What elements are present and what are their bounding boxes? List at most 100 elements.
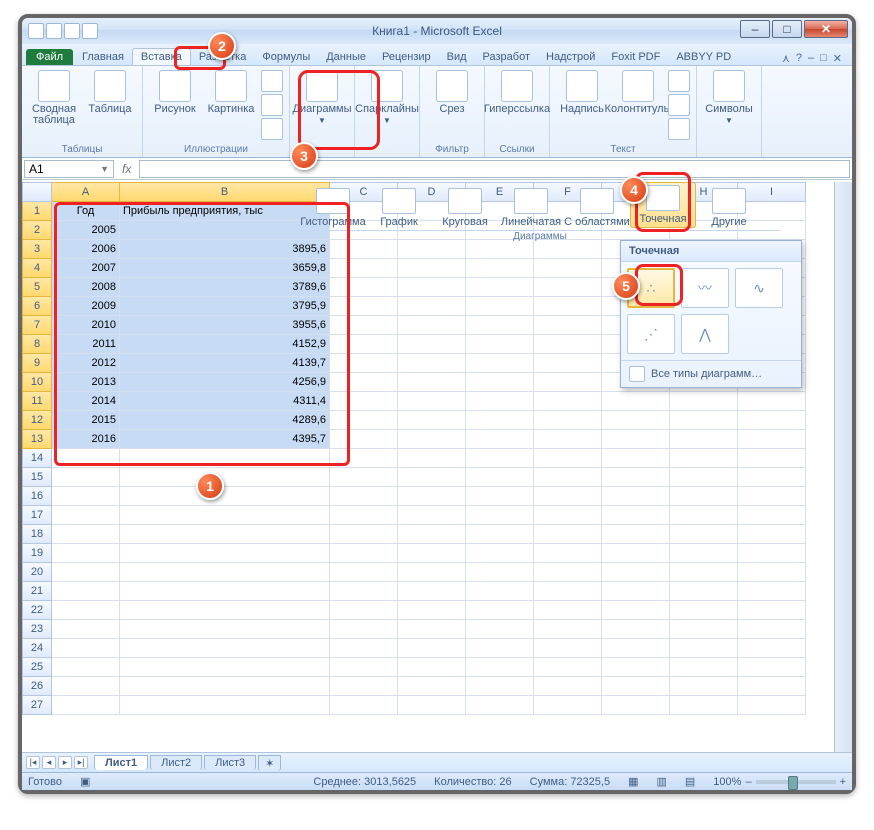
cell[interactable] <box>534 563 602 582</box>
sheet-nav-last[interactable]: ▸| <box>74 756 88 769</box>
pivot-table-button[interactable]: Сводная таблица <box>28 70 80 126</box>
view-pagebreak-icon[interactable]: ▤ <box>685 775 695 788</box>
cell[interactable] <box>466 354 534 373</box>
cell[interactable]: 2014 <box>52 392 120 411</box>
tab-abbyy[interactable]: ABBYY PD <box>668 49 739 65</box>
mdi-min-icon[interactable]: – <box>808 52 814 65</box>
cell[interactable] <box>670 468 738 487</box>
row-header[interactable]: 5 <box>22 278 52 297</box>
cell[interactable] <box>670 449 738 468</box>
cell[interactable] <box>398 240 466 259</box>
screenshot-icon[interactable] <box>261 118 283 140</box>
cell[interactable]: 3659,8 <box>120 259 330 278</box>
cell[interactable]: 2011 <box>52 335 120 354</box>
view-layout-icon[interactable]: ▥ <box>656 775 666 788</box>
scatter-straight-lines-markers[interactable]: ⋰ <box>627 314 675 354</box>
cell[interactable]: 2009 <box>52 297 120 316</box>
cell[interactable] <box>738 658 806 677</box>
cell[interactable]: 2010 <box>52 316 120 335</box>
cell[interactable] <box>330 658 398 677</box>
sheet-nav-next[interactable]: ▸ <box>58 756 72 769</box>
cell[interactable] <box>602 582 670 601</box>
cell[interactable] <box>466 335 534 354</box>
cell[interactable] <box>120 696 330 715</box>
cell[interactable] <box>398 411 466 430</box>
cell[interactable] <box>398 392 466 411</box>
mdi-close-icon[interactable]: ✕ <box>833 52 842 65</box>
row-header[interactable]: 10 <box>22 373 52 392</box>
cell[interactable] <box>534 297 602 316</box>
cell[interactable] <box>466 639 534 658</box>
cell[interactable] <box>120 582 330 601</box>
vertical-scrollbar[interactable] <box>834 182 852 752</box>
cell[interactable] <box>120 468 330 487</box>
cell[interactable] <box>398 297 466 316</box>
signature-icon[interactable] <box>668 94 690 116</box>
cell[interactable]: 2012 <box>52 354 120 373</box>
cell[interactable] <box>398 658 466 677</box>
cell[interactable] <box>738 411 806 430</box>
cell[interactable] <box>120 544 330 563</box>
col-header-A[interactable]: A <box>52 182 120 202</box>
cell[interactable] <box>670 601 738 620</box>
cell[interactable] <box>330 278 398 297</box>
cell[interactable] <box>52 487 120 506</box>
row-header[interactable]: 16 <box>22 487 52 506</box>
cell[interactable] <box>330 411 398 430</box>
cell[interactable] <box>398 430 466 449</box>
cell[interactable]: 2016 <box>52 430 120 449</box>
redo-icon[interactable] <box>82 23 98 39</box>
cell[interactable]: 3895,6 <box>120 240 330 259</box>
tab-view[interactable]: Вид <box>439 49 475 65</box>
cell[interactable] <box>330 297 398 316</box>
cell[interactable] <box>466 430 534 449</box>
row-header[interactable]: 4 <box>22 259 52 278</box>
cell[interactable] <box>534 373 602 392</box>
row-header[interactable]: 14 <box>22 449 52 468</box>
cell[interactable] <box>330 582 398 601</box>
cell[interactable]: 2006 <box>52 240 120 259</box>
cell[interactable] <box>466 563 534 582</box>
cell[interactable] <box>398 639 466 658</box>
cell[interactable] <box>330 316 398 335</box>
clipart-button[interactable]: Картинка <box>205 70 257 115</box>
cell[interactable] <box>398 335 466 354</box>
row-header[interactable]: 23 <box>22 620 52 639</box>
headerfooter-button[interactable]: Колонтитулы <box>612 70 664 115</box>
tab-review[interactable]: Рецензир <box>374 49 439 65</box>
view-normal-icon[interactable]: ▦ <box>628 775 638 788</box>
tab-foxit[interactable]: Foxit PDF <box>603 49 668 65</box>
cell[interactable] <box>466 373 534 392</box>
cell[interactable] <box>670 392 738 411</box>
cell[interactable] <box>330 506 398 525</box>
cell[interactable] <box>466 411 534 430</box>
row-header[interactable]: 17 <box>22 506 52 525</box>
cell[interactable] <box>330 335 398 354</box>
cell[interactable] <box>330 563 398 582</box>
tab-developer[interactable]: Разработ <box>475 49 538 65</box>
tab-addins[interactable]: Надстрой <box>538 49 603 65</box>
cell[interactable] <box>398 620 466 639</box>
cell[interactable] <box>534 620 602 639</box>
cell[interactable] <box>670 525 738 544</box>
col-header-B[interactable]: B <box>120 182 330 202</box>
cell[interactable] <box>466 468 534 487</box>
name-box[interactable]: A1▼ <box>24 160 114 178</box>
cell[interactable] <box>670 544 738 563</box>
cell[interactable] <box>738 582 806 601</box>
cell[interactable] <box>330 392 398 411</box>
chart-type-bar[interactable]: Линейчатая <box>498 188 564 228</box>
cell[interactable] <box>602 677 670 696</box>
cell[interactable] <box>602 601 670 620</box>
object-icon[interactable] <box>668 118 690 140</box>
cell[interactable] <box>466 487 534 506</box>
sheet-nav-prev[interactable]: ◂ <box>42 756 56 769</box>
cell[interactable] <box>602 525 670 544</box>
tab-data[interactable]: Данные <box>318 49 374 65</box>
cell[interactable] <box>466 297 534 316</box>
cell[interactable] <box>330 601 398 620</box>
cell[interactable] <box>534 544 602 563</box>
sheet-tab-2[interactable]: Лист2 <box>150 755 202 770</box>
sheet-tab-3[interactable]: Лист3 <box>204 755 256 770</box>
row-header[interactable]: 27 <box>22 696 52 715</box>
